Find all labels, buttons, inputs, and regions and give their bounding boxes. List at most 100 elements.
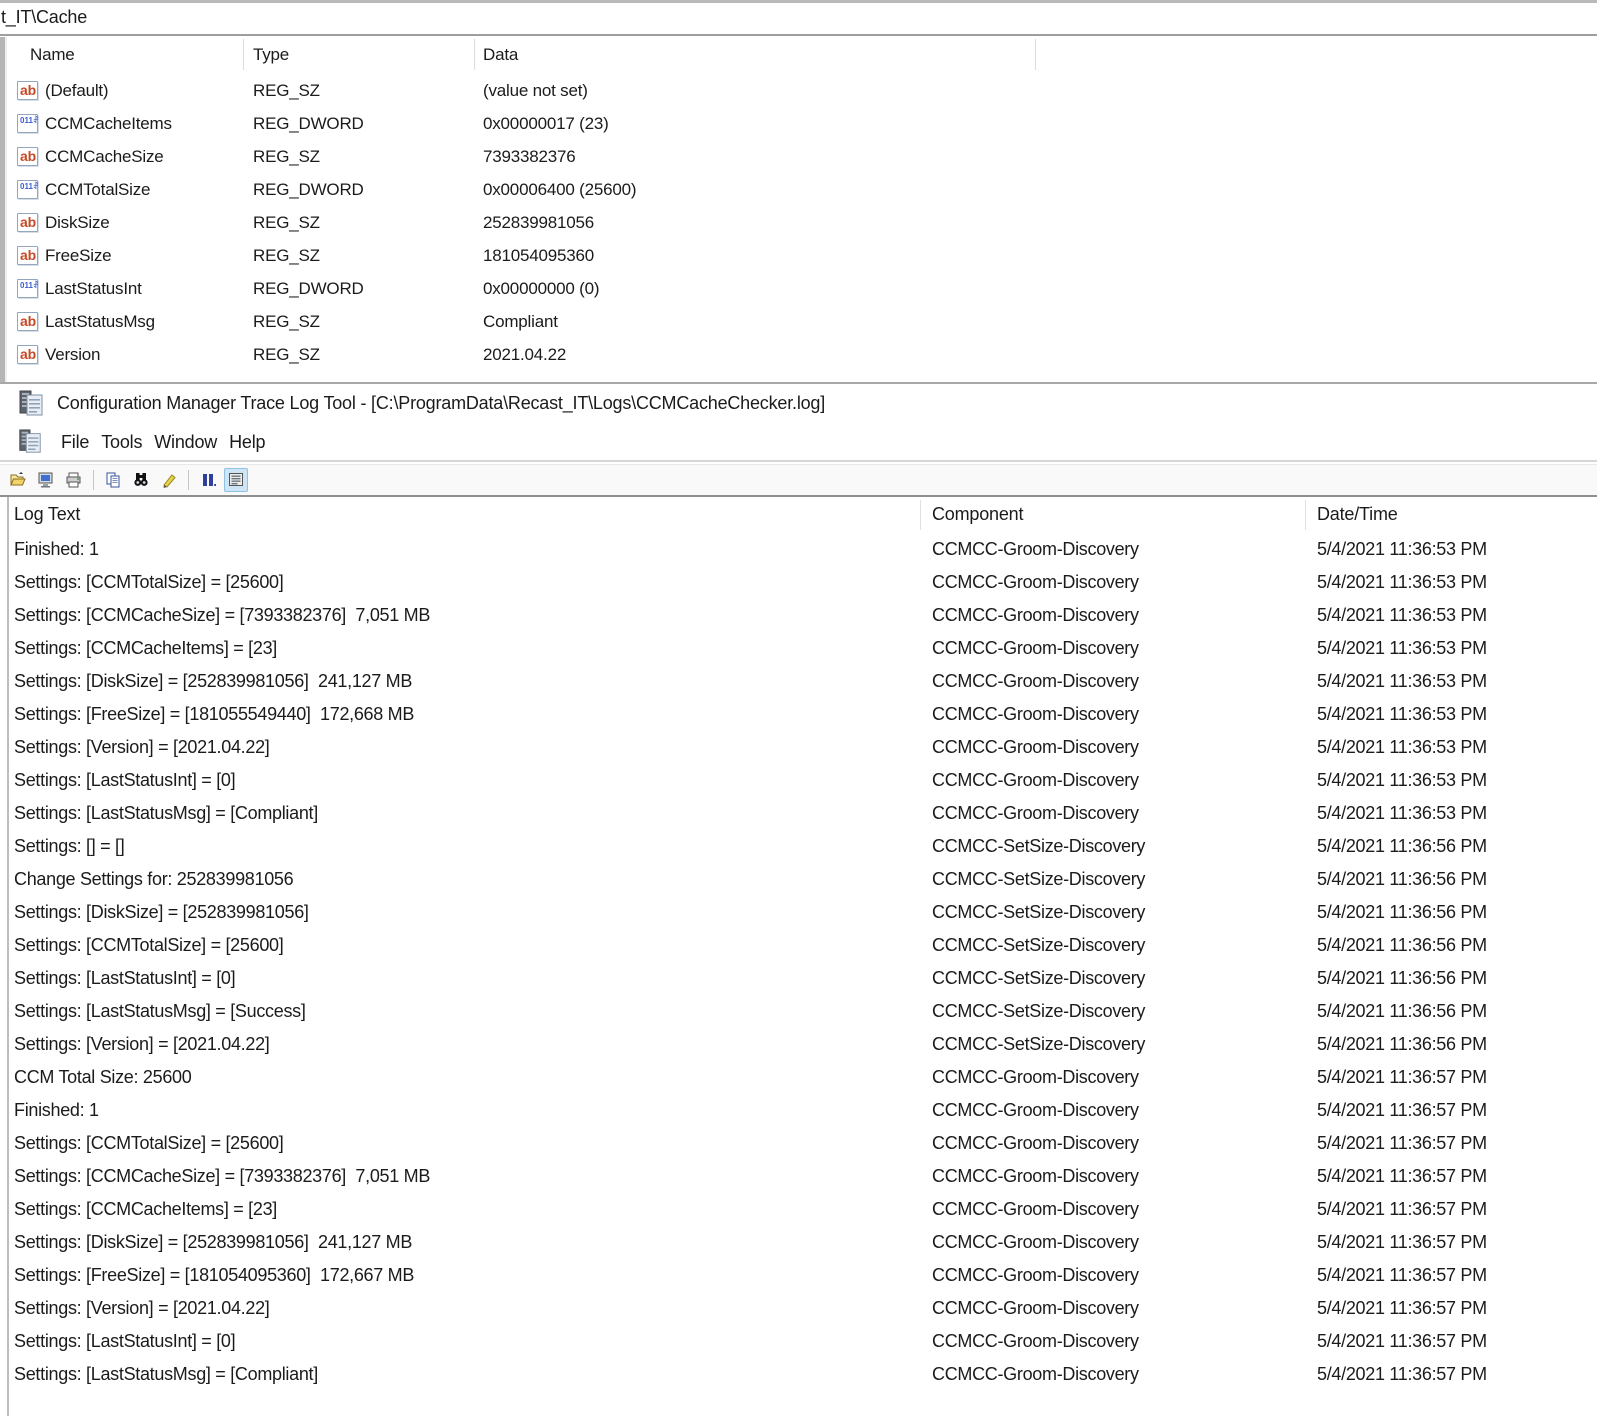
log-component: CCMCC-SetSize-Discovery	[932, 1001, 1317, 1022]
log-row[interactable]: Change Settings for: 252839981056 CCMCC-…	[9, 863, 1597, 896]
log-datetime: 5/4/2021 11:36:53 PM	[1317, 572, 1597, 593]
log-col-text[interactable]: Log Text	[14, 504, 80, 525]
log-row[interactable]: Settings: [FreeSize] = [181054095360] 17…	[9, 1259, 1597, 1292]
log-text: Settings: [LastStatusInt] = [0]	[9, 770, 932, 791]
log-datetime: 5/4/2021 11:36:53 PM	[1317, 605, 1597, 626]
log-row[interactable]: Settings: [LastStatusMsg] = [Success] CC…	[9, 995, 1597, 1028]
log-datetime: 5/4/2021 11:36:53 PM	[1317, 803, 1597, 824]
registry-row[interactable]: CCMCacheItems REG_DWORD 0x00000017 (23)	[9, 107, 1597, 140]
log-row[interactable]: Settings: [DiskSize] = [252839981056] CC…	[9, 896, 1597, 929]
column-separator[interactable]	[474, 39, 475, 70]
log-row[interactable]: Settings: [] = [] CCMCC-SetSize-Discover…	[9, 830, 1597, 863]
reg-value-data: 0x00000017 (23)	[483, 114, 1597, 134]
log-datetime: 5/4/2021 11:36:57 PM	[1317, 1331, 1597, 1352]
registry-row[interactable]: (Default) REG_SZ (value not set)	[9, 74, 1597, 107]
copy-icon[interactable]	[101, 468, 125, 492]
log-row[interactable]: Settings: [LastStatusInt] = [0] CCMCC-Gr…	[9, 764, 1597, 797]
log-component: CCMCC-SetSize-Discovery	[932, 1034, 1317, 1055]
log-datetime: 5/4/2021 11:36:53 PM	[1317, 671, 1597, 692]
log-row[interactable]: Settings: [CCMTotalSize] = [25600] CCMCC…	[9, 929, 1597, 962]
column-separator[interactable]	[243, 39, 244, 70]
menu-item-window[interactable]: Window	[148, 432, 223, 453]
registry-row[interactable]: CCMTotalSize REG_DWORD 0x00006400 (25600…	[9, 173, 1597, 206]
log-col-datetime[interactable]: Date/Time	[1317, 504, 1398, 525]
registry-col-data[interactable]: Data	[483, 45, 518, 65]
reg-value-data: Compliant	[483, 312, 1597, 332]
registry-row[interactable]: CCMCacheSize REG_SZ 7393382376	[9, 140, 1597, 173]
pause-icon[interactable]	[196, 468, 220, 492]
log-row[interactable]: Settings: [Version] = [2021.04.22] CCMCC…	[9, 1028, 1597, 1061]
menu-items: File Tools Window Help	[55, 432, 271, 453]
log-component: CCMCC-Groom-Discovery	[932, 605, 1317, 626]
column-separator[interactable]	[1035, 39, 1036, 70]
log-row[interactable]: Settings: [LastStatusInt] = [0] CCMCC-Gr…	[9, 1325, 1597, 1358]
log-component: CCMCC-Groom-Discovery	[932, 803, 1317, 824]
registry-row[interactable]: LastStatusInt REG_DWORD 0x00000000 (0)	[9, 272, 1597, 305]
log-datetime: 5/4/2021 11:36:57 PM	[1317, 1265, 1597, 1286]
column-separator[interactable]	[1305, 500, 1306, 530]
log-component: CCMCC-SetSize-Discovery	[932, 836, 1317, 857]
log-row[interactable]: Settings: [CCMCacheItems] = [23] CCMCC-G…	[9, 1193, 1597, 1226]
log-row[interactable]: Settings: [CCMTotalSize] = [25600] CCMCC…	[9, 1127, 1597, 1160]
reg-value-data: 0x00000000 (0)	[483, 279, 1597, 299]
registry-row[interactable]: LastStatusMsg REG_SZ Compliant	[9, 305, 1597, 338]
log-row[interactable]: Finished: 1 CCMCC-Groom-Discovery 5/4/20…	[9, 533, 1597, 566]
log-component: CCMCC-Groom-Discovery	[932, 638, 1317, 659]
log-component: CCMCC-Groom-Discovery	[932, 1067, 1317, 1088]
registry-row[interactable]: Version REG_SZ 2021.04.22	[9, 338, 1597, 371]
log-component: CCMCC-Groom-Discovery	[932, 770, 1317, 791]
registry-col-name[interactable]: Name	[30, 45, 75, 65]
log-row[interactable]: Settings: [LastStatusMsg] = [Compliant] …	[9, 1358, 1597, 1391]
log-row[interactable]: Settings: [LastStatusMsg] = [Compliant] …	[9, 797, 1597, 830]
menu-item-file[interactable]: File	[55, 432, 95, 453]
column-separator[interactable]	[920, 500, 921, 530]
autoscroll-icon[interactable]	[224, 468, 248, 492]
find-icon[interactable]	[129, 468, 153, 492]
registry-address-bar[interactable]: t_IT\Cache	[0, 3, 1597, 36]
highlight-icon[interactable]	[157, 468, 181, 492]
log-col-component[interactable]: Component	[932, 504, 1023, 525]
document-window-icon	[17, 429, 43, 460]
registry-col-type[interactable]: Type	[253, 45, 289, 65]
computer-icon[interactable]	[34, 468, 58, 492]
log-datetime: 5/4/2021 11:36:53 PM	[1317, 638, 1597, 659]
print-icon[interactable]	[62, 468, 86, 492]
log-datetime: 5/4/2021 11:36:56 PM	[1317, 1034, 1597, 1055]
log-datetime: 5/4/2021 11:36:56 PM	[1317, 935, 1597, 956]
registry-row[interactable]: DiskSize REG_SZ 252839981056	[9, 206, 1597, 239]
registry-row[interactable]: FreeSize REG_SZ 181054095360	[9, 239, 1597, 272]
reg-value-name: CCMTotalSize	[45, 180, 150, 200]
reg-type-icon	[17, 180, 38, 199]
reg-type-icon	[17, 246, 38, 265]
log-row[interactable]: Settings: [CCMTotalSize] = [25600] CCMCC…	[9, 566, 1597, 599]
log-row[interactable]: Settings: [Version] = [2021.04.22] CCMCC…	[9, 1292, 1597, 1325]
reg-value-type: REG_DWORD	[253, 279, 483, 299]
log-component: CCMCC-Groom-Discovery	[932, 671, 1317, 692]
reg-value-name: DiskSize	[45, 213, 110, 233]
reg-value-type: REG_DWORD	[253, 180, 483, 200]
log-row[interactable]: Settings: [DiskSize] = [252839981056] 24…	[9, 665, 1597, 698]
log-row[interactable]: CCM Total Size: 25600 CCMCC-Groom-Discov…	[9, 1061, 1597, 1094]
cmtrace-menu-bar: File Tools Window Help	[0, 424, 1597, 462]
log-row[interactable]: Settings: [LastStatusInt] = [0] CCMCC-Se…	[9, 962, 1597, 995]
log-row[interactable]: Settings: [CCMCacheSize] = [7393382376] …	[9, 599, 1597, 632]
reg-type-icon	[17, 279, 38, 298]
log-row[interactable]: Settings: [Version] = [2021.04.22] CCMCC…	[9, 731, 1597, 764]
log-row[interactable]: Settings: [CCMCacheSize] = [7393382376] …	[9, 1160, 1597, 1193]
log-component: CCMCC-Groom-Discovery	[932, 1100, 1317, 1121]
menu-item-help[interactable]: Help	[223, 432, 271, 453]
log-datetime: 5/4/2021 11:36:57 PM	[1317, 1232, 1597, 1253]
reg-type-icon	[17, 147, 38, 166]
log-row[interactable]: Settings: [FreeSize] = [181055549440] 17…	[9, 698, 1597, 731]
log-text: Finished: 1	[9, 539, 932, 560]
open-file-icon[interactable]	[6, 468, 30, 492]
log-text: Settings: [Version] = [2021.04.22]	[9, 1034, 932, 1055]
registry-address[interactable]: t_IT\Cache	[1, 7, 87, 28]
reg-type-icon	[17, 345, 38, 364]
log-row[interactable]: Settings: [DiskSize] = [252839981056] 24…	[9, 1226, 1597, 1259]
reg-value-type: REG_DWORD	[253, 114, 483, 134]
log-row[interactable]: Settings: [CCMCacheItems] = [23] CCMCC-G…	[9, 632, 1597, 665]
log-datetime: 5/4/2021 11:36:57 PM	[1317, 1100, 1597, 1121]
log-row[interactable]: Finished: 1 CCMCC-Groom-Discovery 5/4/20…	[9, 1094, 1597, 1127]
menu-item-tools[interactable]: Tools	[95, 432, 148, 453]
